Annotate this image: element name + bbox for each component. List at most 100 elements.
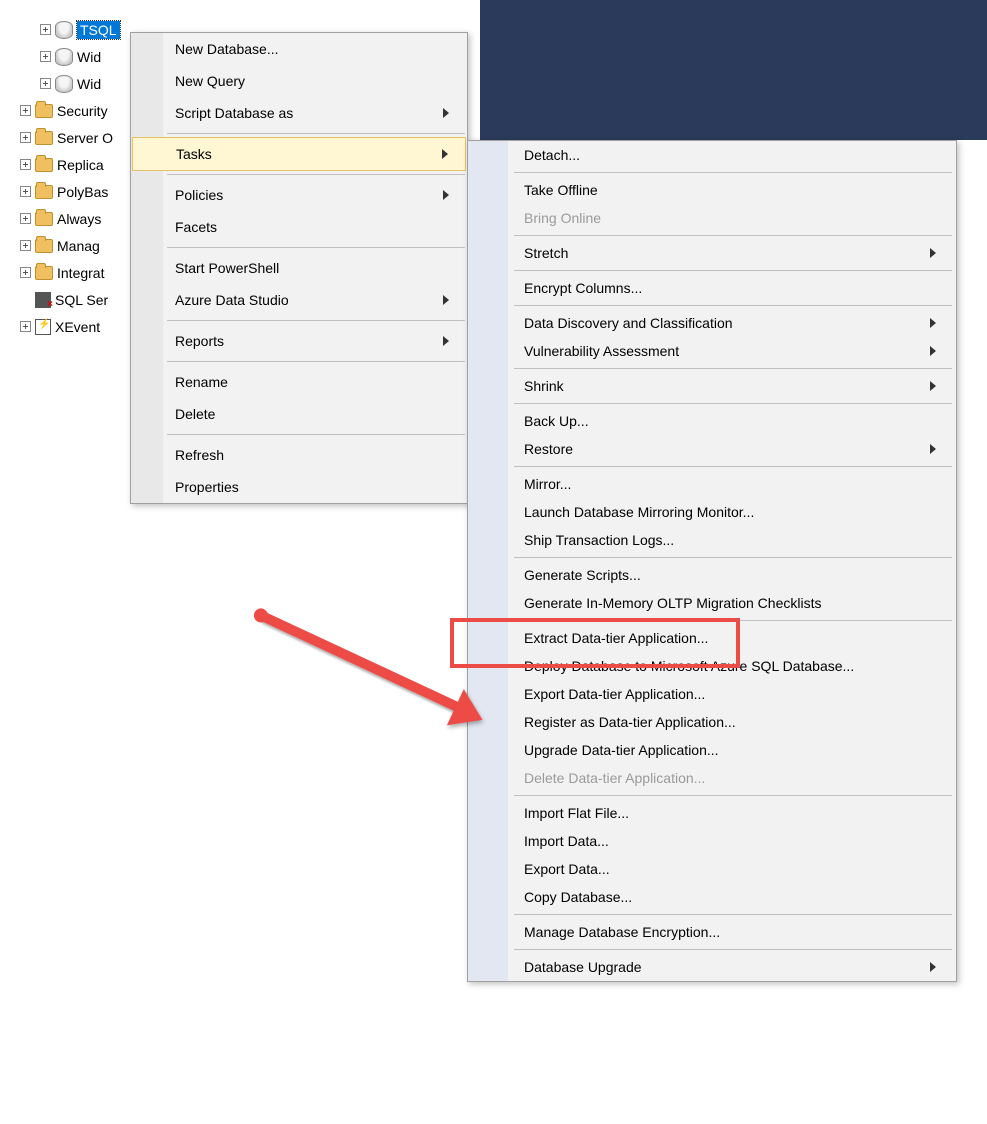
menu-separator bbox=[167, 247, 465, 248]
menu-item[interactable]: Properties bbox=[131, 471, 467, 503]
tree-item-label: Always bbox=[57, 211, 101, 227]
menu-item[interactable]: Copy Database... bbox=[468, 883, 956, 911]
menu-item[interactable]: Generate Scripts... bbox=[468, 561, 956, 589]
database-icon bbox=[55, 75, 73, 93]
menu-item[interactable]: Stretch bbox=[468, 239, 956, 267]
menu-item[interactable]: Export Data-tier Application... bbox=[468, 680, 956, 708]
submenu-arrow-icon bbox=[442, 149, 448, 159]
menu-item[interactable]: Back Up... bbox=[468, 407, 956, 435]
menu-item[interactable]: Import Flat File... bbox=[468, 799, 956, 827]
submenu-arrow-icon bbox=[930, 248, 936, 258]
menu-separator bbox=[514, 795, 952, 796]
expand-icon[interactable] bbox=[20, 240, 31, 251]
menu-item[interactable]: Database Upgrade bbox=[468, 953, 956, 981]
background-panel bbox=[480, 0, 987, 140]
folder-icon bbox=[35, 266, 53, 280]
menu-item-label: Export Data... bbox=[524, 861, 610, 877]
expand-icon[interactable] bbox=[40, 51, 51, 62]
menu-item-label: Extract Data-tier Application... bbox=[524, 630, 708, 646]
expand-icon[interactable] bbox=[20, 267, 31, 278]
expand-icon[interactable] bbox=[20, 132, 31, 143]
tree-item-label: SQL Ser bbox=[55, 292, 108, 308]
menu-item[interactable]: Mirror... bbox=[468, 470, 956, 498]
menu-item-label: Launch Database Mirroring Monitor... bbox=[524, 504, 754, 520]
menu-item-label: Database Upgrade bbox=[524, 959, 642, 975]
expand-icon[interactable] bbox=[20, 105, 31, 116]
expand-icon[interactable] bbox=[20, 321, 31, 332]
menu-item[interactable]: Reports bbox=[131, 325, 467, 357]
tree-item-label: TSQL bbox=[77, 21, 120, 39]
submenu-arrow-icon bbox=[930, 444, 936, 454]
menu-item[interactable]: Register as Data-tier Application... bbox=[468, 708, 956, 736]
menu-item[interactable]: Azure Data Studio bbox=[131, 284, 467, 316]
expand-icon[interactable] bbox=[40, 24, 51, 35]
submenu-arrow-icon bbox=[443, 190, 449, 200]
menu-item[interactable]: Take Offline bbox=[468, 176, 956, 204]
menu-item-label: Import Data... bbox=[524, 833, 609, 849]
menu-item[interactable]: Generate In-Memory OLTP Migration Checkl… bbox=[468, 589, 956, 617]
menu-separator bbox=[514, 403, 952, 404]
menu-item[interactable]: Import Data... bbox=[468, 827, 956, 855]
submenu-arrow-icon bbox=[443, 108, 449, 118]
menu-item-label: Copy Database... bbox=[524, 889, 632, 905]
menu-item-label: Detach... bbox=[524, 147, 580, 163]
menu-item[interactable]: New Query bbox=[131, 65, 467, 97]
menu-item[interactable]: Upgrade Data-tier Application... bbox=[468, 736, 956, 764]
folder-icon bbox=[35, 104, 53, 118]
menu-separator bbox=[167, 133, 465, 134]
menu-item[interactable]: Detach... bbox=[468, 141, 956, 169]
menu-item[interactable]: Vulnerability Assessment bbox=[468, 337, 956, 365]
menu-item[interactable]: Start PowerShell bbox=[131, 252, 467, 284]
menu-item[interactable]: Extract Data-tier Application... bbox=[468, 624, 956, 652]
tree-item-label: Security bbox=[57, 103, 108, 119]
menu-item[interactable]: Facets bbox=[131, 211, 467, 243]
expand-icon[interactable] bbox=[20, 186, 31, 197]
menu-item[interactable]: Deploy Database to Microsoft Azure SQL D… bbox=[468, 652, 956, 680]
menu-item-label: Facets bbox=[175, 219, 217, 235]
menu-separator bbox=[514, 466, 952, 467]
menu-item[interactable]: Policies bbox=[131, 179, 467, 211]
menu-item-label: Tasks bbox=[176, 146, 212, 162]
submenu-arrow-icon bbox=[443, 336, 449, 346]
menu-separator bbox=[514, 305, 952, 306]
menu-item[interactable]: Script Database as bbox=[131, 97, 467, 129]
submenu-arrow-icon bbox=[443, 295, 449, 305]
menu-item[interactable]: Data Discovery and Classification bbox=[468, 309, 956, 337]
menu-item[interactable]: Launch Database Mirroring Monitor... bbox=[468, 498, 956, 526]
submenu-arrow-icon bbox=[930, 962, 936, 972]
menu-item[interactable]: Restore bbox=[468, 435, 956, 463]
menu-item[interactable]: Delete bbox=[131, 398, 467, 430]
menu-item[interactable]: Ship Transaction Logs... bbox=[468, 526, 956, 554]
menu-item[interactable]: Export Data... bbox=[468, 855, 956, 883]
menu-item-label: Policies bbox=[175, 187, 223, 203]
submenu-arrow-icon bbox=[930, 318, 936, 328]
menu-item-label: Ship Transaction Logs... bbox=[524, 532, 674, 548]
menu-item-label: Deploy Database to Microsoft Azure SQL D… bbox=[524, 658, 854, 674]
menu-item-label: Export Data-tier Application... bbox=[524, 686, 705, 702]
menu-item-label: Take Offline bbox=[524, 182, 598, 198]
folder-icon bbox=[35, 239, 53, 253]
menu-item[interactable]: Rename bbox=[131, 366, 467, 398]
menu-separator bbox=[514, 949, 952, 950]
menu-item[interactable]: Shrink bbox=[468, 372, 956, 400]
menu-separator bbox=[167, 320, 465, 321]
menu-item-label: Bring Online bbox=[524, 210, 601, 226]
menu-item-label: Delete bbox=[175, 406, 215, 422]
tree-item-label: PolyBas bbox=[57, 184, 108, 200]
menu-item-label: Delete Data-tier Application... bbox=[524, 770, 705, 786]
menu-item-label: Refresh bbox=[175, 447, 224, 463]
menu-item-label: Rename bbox=[175, 374, 228, 390]
expand-icon[interactable] bbox=[20, 159, 31, 170]
menu-item-label: Script Database as bbox=[175, 105, 293, 121]
menu-item[interactable]: Tasks bbox=[132, 137, 466, 171]
menu-item[interactable]: New Database... bbox=[131, 33, 467, 65]
menu-separator bbox=[514, 914, 952, 915]
expand-icon[interactable] bbox=[20, 213, 31, 224]
menu-item: Delete Data-tier Application... bbox=[468, 764, 956, 792]
menu-item[interactable]: Manage Database Encryption... bbox=[468, 918, 956, 946]
expand-icon[interactable] bbox=[40, 78, 51, 89]
menu-item[interactable]: Refresh bbox=[131, 439, 467, 471]
menu-item[interactable]: Encrypt Columns... bbox=[468, 274, 956, 302]
menu-separator bbox=[167, 361, 465, 362]
menu-separator bbox=[514, 235, 952, 236]
